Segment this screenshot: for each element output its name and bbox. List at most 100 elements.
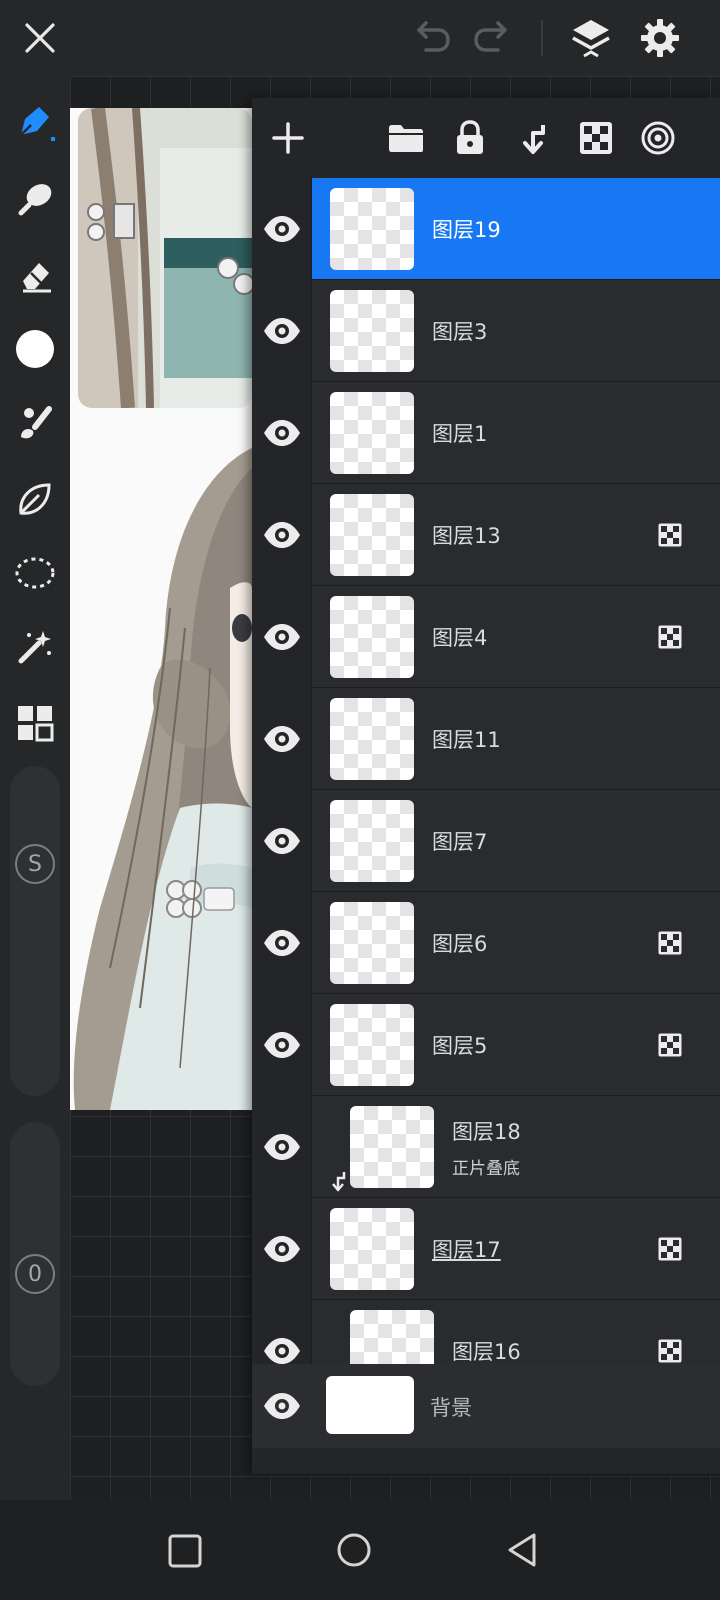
layer-thumbnail[interactable] <box>330 698 414 780</box>
reference-image[interactable] <box>78 108 252 408</box>
alpha-lock-indicator-icon <box>658 1237 682 1261</box>
layer-name: 图层4 <box>432 626 488 650</box>
recents-square-icon[interactable] <box>168 1534 202 1568</box>
merge-down-icon[interactable] <box>508 112 560 164</box>
eraser-icon[interactable] <box>10 250 60 300</box>
alpha-lock-indicator-icon <box>658 931 682 955</box>
layer-row[interactable]: 图层4 <box>252 586 720 688</box>
layer-row-body[interactable]: 图层5 <box>312 994 720 1095</box>
layer-row-body[interactable]: 图层19 <box>312 178 720 279</box>
layer-thumbnail[interactable] <box>330 596 414 678</box>
layer-thumbnail[interactable] <box>330 188 414 270</box>
visibility-eye-icon[interactable] <box>252 790 312 892</box>
lock-icon[interactable] <box>444 112 496 164</box>
background-color-thumbnail[interactable] <box>326 1376 414 1434</box>
layer-thumbnail[interactable] <box>350 1106 434 1188</box>
layer-row[interactable]: 图层13 <box>252 484 720 586</box>
background-layer-row[interactable]: 背景 <box>252 1364 720 1448</box>
layer-name: 图层11 <box>432 728 501 752</box>
back-triangle-icon[interactable] <box>506 1532 538 1568</box>
visibility-eye-icon[interactable] <box>252 484 312 586</box>
current-color <box>16 330 54 368</box>
folder-icon[interactable] <box>380 112 432 164</box>
layer-row[interactable]: 图层6 <box>252 892 720 994</box>
visibility-eye-icon[interactable] <box>260 1386 304 1426</box>
background-layer-label: 背景 <box>430 1396 472 1420</box>
layer-row[interactable]: 图层11 <box>252 688 720 790</box>
layer-row-body[interactable]: 图层6 <box>312 892 720 993</box>
leaf-icon[interactable] <box>10 474 60 524</box>
visibility-eye-icon[interactable] <box>252 1096 312 1198</box>
brush-size-slider[interactable]: S <box>10 766 60 1096</box>
color-swatch[interactable] <box>10 324 60 374</box>
visibility-eye-icon[interactable] <box>252 1198 312 1300</box>
layer-row[interactable]: 图层5 <box>252 994 720 1096</box>
layer-name: 图层17 <box>432 1238 501 1262</box>
blend-mode-label[interactable]: 正片叠底 <box>452 1154 520 1179</box>
brush-size-knob[interactable]: S <box>15 844 55 884</box>
layer-target-icon[interactable] <box>632 112 684 164</box>
visibility-eye-icon[interactable] <box>252 892 312 994</box>
layer-thumbnail[interactable] <box>330 290 414 372</box>
system-nav-bar <box>0 1500 720 1600</box>
layer-thumbnail[interactable] <box>330 392 414 474</box>
layers-icon[interactable] <box>570 16 612 60</box>
visibility-eye-icon[interactable] <box>252 280 312 382</box>
left-toolbar: S 0 <box>0 76 70 1500</box>
opacity-slider[interactable]: 0 <box>10 1122 60 1386</box>
layer-row[interactable]: 图层1 <box>252 382 720 484</box>
top-bar <box>0 0 720 76</box>
layer-row-body[interactable]: 图层3 <box>312 280 720 381</box>
alpha-lock-indicator-icon <box>658 523 682 547</box>
opacity-value: 0 <box>28 1261 42 1287</box>
layer-row-body[interactable]: 图层17 <box>312 1198 720 1299</box>
layer-row-body[interactable]: 图层13 <box>312 484 720 585</box>
visibility-eye-icon[interactable] <box>252 178 312 280</box>
clipping-mask-icon <box>330 1170 348 1192</box>
layer-row[interactable]: 图层18 正片叠底 <box>252 1096 720 1198</box>
layer-name: 图层18 <box>452 1120 521 1144</box>
layer-row[interactable]: 图层7 <box>252 790 720 892</box>
layers-panel-header <box>252 98 720 178</box>
layer-name: 图层3 <box>432 320 488 344</box>
visibility-eye-icon[interactable] <box>252 994 312 1096</box>
layer-name: 图层16 <box>452 1340 521 1364</box>
layer-name: 图层1 <box>432 422 488 446</box>
layer-name: 图层5 <box>432 1034 488 1058</box>
layer-name: 图层6 <box>432 932 488 956</box>
settings-gear-icon[interactable] <box>640 18 680 58</box>
undo-icon[interactable] <box>412 20 452 56</box>
layer-thumbnail[interactable] <box>330 902 414 984</box>
layer-thumbnail[interactable] <box>330 1208 414 1290</box>
close-icon[interactable] <box>22 20 58 56</box>
layer-row-body[interactable]: 图层1 <box>312 382 720 483</box>
brush-icon[interactable] <box>10 98 60 148</box>
smudge-icon[interactable] <box>10 174 60 224</box>
lasso-icon[interactable] <box>10 548 60 598</box>
visibility-eye-icon[interactable] <box>252 688 312 790</box>
visibility-eye-icon[interactable] <box>252 586 312 688</box>
gallery-icon[interactable] <box>10 698 60 748</box>
layer-row[interactable]: 图层19 <box>252 178 720 280</box>
add-layer-icon[interactable] <box>262 112 314 164</box>
paint-brush-icon[interactable] <box>10 398 60 448</box>
layer-name: 图层13 <box>432 524 501 548</box>
layer-row-body[interactable]: 图层7 <box>312 790 720 891</box>
layer-row[interactable]: 图层17 <box>252 1198 720 1300</box>
magic-wand-icon[interactable] <box>10 622 60 672</box>
redo-icon[interactable] <box>472 20 512 56</box>
layer-thumbnail[interactable] <box>330 800 414 882</box>
alpha-lock-icon[interactable] <box>570 112 622 164</box>
layer-row[interactable]: 图层3 <box>252 280 720 382</box>
toolbar-divider <box>541 20 543 56</box>
layer-row-body[interactable]: 图层18 正片叠底 <box>312 1096 720 1197</box>
layers-panel: 图层19 图层3 图层1 图层13 图层4 图层11 图层7 图层6 图层5 图层18 正片叠底 图层… <box>252 98 720 1474</box>
layer-row-body[interactable]: 图层4 <box>312 586 720 687</box>
layer-thumbnail[interactable] <box>330 494 414 576</box>
layer-list[interactable]: 图层19 图层3 图层1 图层13 图层4 图层11 图层7 图层6 图层5 图层18 正片叠底 图层… <box>252 178 720 1392</box>
home-circle-icon[interactable] <box>336 1532 372 1568</box>
layer-row-body[interactable]: 图层11 <box>312 688 720 789</box>
opacity-knob[interactable]: 0 <box>15 1254 55 1294</box>
layer-thumbnail[interactable] <box>330 1004 414 1086</box>
visibility-eye-icon[interactable] <box>252 382 312 484</box>
